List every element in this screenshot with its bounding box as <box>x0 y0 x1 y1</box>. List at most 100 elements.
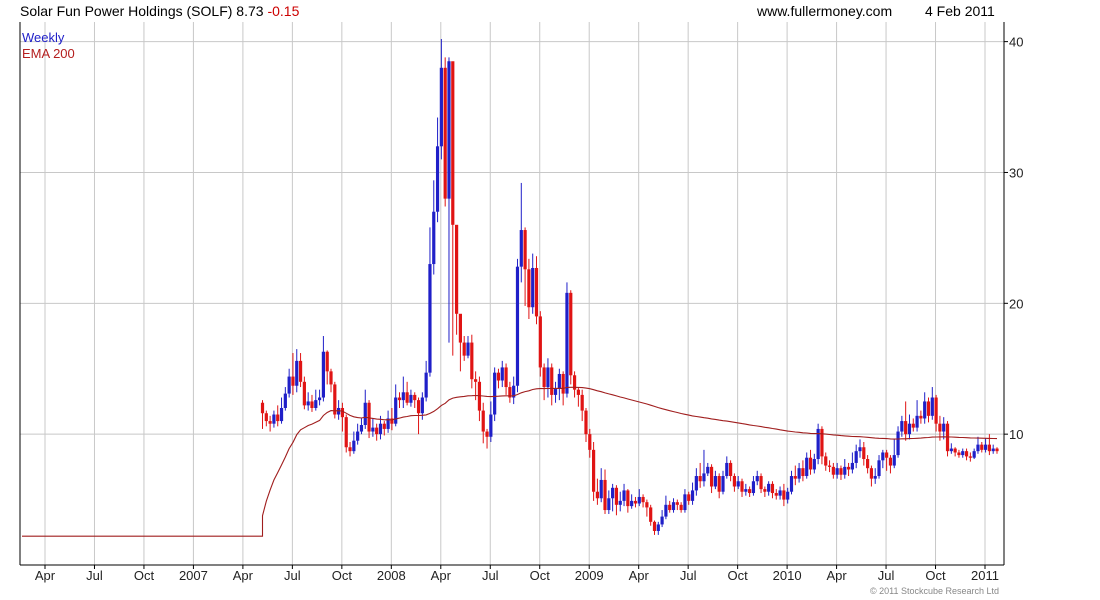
x-tick-label-11: 2009 <box>575 568 604 583</box>
candle-body <box>458 313 463 343</box>
candle-body <box>527 269 531 308</box>
candle-body <box>546 367 550 388</box>
candle-body <box>668 504 672 511</box>
plot-frame <box>19 22 1005 566</box>
candle-body <box>485 431 489 437</box>
y-tick-label-30: 30 <box>1009 165 1023 180</box>
candle-body <box>808 457 813 470</box>
candle-body <box>915 415 919 428</box>
candle-body <box>698 476 702 482</box>
candle-body <box>649 507 653 522</box>
candle-body <box>873 476 877 479</box>
candle-body <box>812 459 816 470</box>
candle-body <box>656 524 660 531</box>
x-tick-label-8: Apr <box>431 568 452 583</box>
candle-body <box>755 476 759 482</box>
candle-body <box>957 452 961 456</box>
candle-body <box>317 397 322 401</box>
y-tick-label-10: 10 <box>1009 427 1023 442</box>
candle-body <box>424 372 428 398</box>
candle-body <box>466 342 470 356</box>
candle-body <box>740 481 744 492</box>
candle-body <box>291 376 295 386</box>
candle-body <box>378 423 383 435</box>
candle-body <box>767 483 771 492</box>
candle-body <box>325 351 329 372</box>
candle-body <box>287 376 291 394</box>
candle-body <box>732 476 737 487</box>
candle-body <box>972 451 976 458</box>
candle-body <box>359 424 364 432</box>
candle-body <box>675 502 679 505</box>
candle-body <box>550 367 554 395</box>
candle-body <box>295 360 299 386</box>
candle-body <box>329 371 333 385</box>
candle-body <box>725 462 729 477</box>
candle-body <box>923 401 927 419</box>
candle-body <box>584 410 588 435</box>
candle-body <box>489 414 493 437</box>
candle-body <box>896 431 900 456</box>
candle-body <box>428 264 432 373</box>
candle-body <box>744 489 748 492</box>
candle-body <box>820 428 824 457</box>
candle-body <box>683 494 687 511</box>
candle-body <box>519 230 523 267</box>
candle-body <box>405 392 409 403</box>
legend-ema: EMA 200 <box>22 46 75 61</box>
candle-body <box>751 481 756 494</box>
candle-body <box>778 490 782 496</box>
candle-body <box>375 427 379 435</box>
candle-body <box>869 468 874 479</box>
candle-body <box>401 392 405 401</box>
candle-body <box>435 146 440 212</box>
candle-body <box>500 367 504 381</box>
candle-body <box>964 451 969 457</box>
candle-body <box>523 230 527 270</box>
candle-body <box>538 316 542 368</box>
candle-body <box>793 476 797 479</box>
x-tick-label-2: Oct <box>134 568 155 583</box>
candle-body <box>542 367 546 388</box>
x-tick-label-0: Apr <box>35 568 56 583</box>
candle-body <box>569 292 573 376</box>
candle-body <box>664 504 668 517</box>
candle-body <box>310 401 314 408</box>
x-tick-label-17: Jul <box>878 568 895 583</box>
candle-body <box>858 447 862 452</box>
candle-body <box>637 496 641 504</box>
candle-body <box>885 452 889 458</box>
candle-body <box>321 351 325 398</box>
x-tick-label-7: 2008 <box>377 568 406 583</box>
candle-body <box>588 434 592 450</box>
candle-body <box>782 490 786 500</box>
candle-body <box>911 423 915 428</box>
candle-body <box>831 466 835 475</box>
candle-body <box>432 211 436 265</box>
candle-body <box>504 367 508 388</box>
candle-body <box>786 491 790 500</box>
candle-body <box>439 67 443 147</box>
candlestick-chart: 10 20 30 40 Apr Jul Oct 2007 Apr Jul Oct 2008 Apr Ju… <box>19 22 1023 583</box>
x-tick-label-5: Jul <box>284 568 301 583</box>
candle-body <box>363 402 367 425</box>
candle-body <box>333 384 337 415</box>
candle-body <box>706 466 710 474</box>
candle-body <box>877 460 881 477</box>
candle-body <box>314 400 318 408</box>
y-tick-label-20: 20 <box>1009 296 1023 311</box>
candle-body <box>474 379 478 382</box>
candle-body <box>846 466 851 470</box>
candle-body <box>451 61 455 225</box>
y-tick-label-40: 40 <box>1009 35 1023 50</box>
candle-body <box>827 465 832 467</box>
candle-body <box>690 490 695 501</box>
candle-body <box>904 421 908 435</box>
candle-body <box>397 397 402 401</box>
candle-body <box>603 479 607 511</box>
candle-body <box>671 502 676 511</box>
candle-body <box>652 521 657 531</box>
candle-body <box>344 417 348 448</box>
candle-body <box>687 494 691 501</box>
candle-body <box>770 483 775 494</box>
